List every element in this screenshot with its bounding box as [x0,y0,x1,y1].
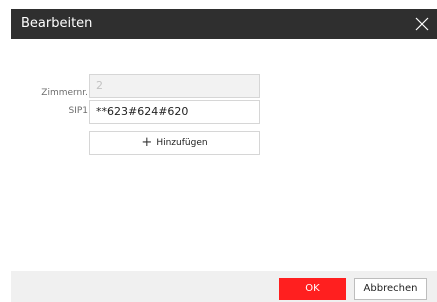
room-number-field: 2 [89,74,260,98]
edit-dialog: Bearbeiten Zimmernr. 2 SIP1 **623#624#62… [11,9,437,302]
ok-button[interactable]: OK [279,278,346,300]
add-button-label: Hinzufügen [156,138,208,148]
cancel-button[interactable]: Abbrechen [354,278,427,300]
dialog-titlebar: Bearbeiten [11,9,437,39]
close-icon[interactable] [415,17,429,31]
sip1-label: SIP1 [68,106,88,116]
dialog-title: Bearbeiten [21,16,93,31]
plus-icon: + [141,135,153,150]
sip1-field[interactable]: **623#624#620 [89,100,260,124]
dialog-footer: OK Abbrechen [11,271,437,302]
add-button[interactable]: + Hinzufügen [89,131,260,155]
room-number-label: Zimmernr. [41,88,88,98]
